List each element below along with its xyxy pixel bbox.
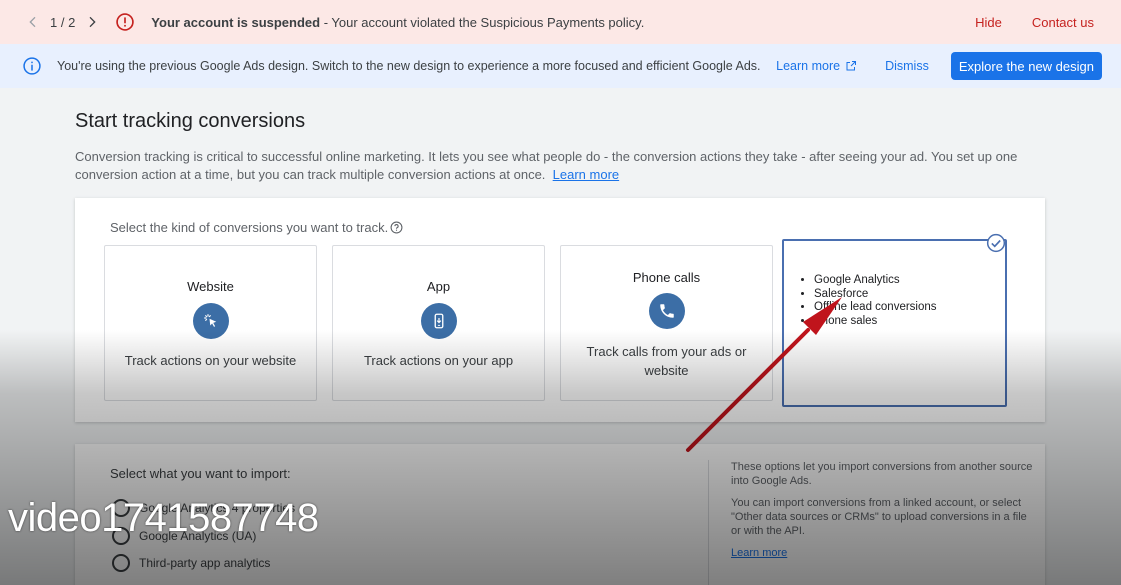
alert-title: Your account is suspended [151,14,321,30]
banner-text: You're using the previous Google Ads des… [57,59,761,73]
phone-calls-card[interactable]: Phone calls Track calls from your ads or… [560,245,773,401]
import-option-third-party[interactable]: Third-party app analytics [112,554,270,572]
help-icon[interactable] [390,221,403,234]
error-icon [115,12,135,32]
app-card-title: App [426,279,451,294]
explore-new-design-button[interactable]: Explore the new design [950,52,1102,80]
alert-page-count: 1 / 2 [50,14,76,30]
import-option-label: Third-party app analytics [139,556,271,570]
radio-button[interactable] [112,527,130,545]
chevron-left-icon[interactable] [24,13,42,31]
suspension-alert-bar: 1 / 2 Your account is suspended - Your a… [0,0,1121,44]
design-info-banner: You're using the previous Google Ads des… [0,44,1121,88]
contact-us-link[interactable]: Contact us [1032,15,1094,30]
conversion-kind-panel: Select the kind of conversions you want … [75,198,1045,422]
import-options-panel: Select what you want to import: Google A… [75,444,1045,585]
banner-learn-more-label: Learn more [776,59,841,73]
open-in-new-icon [846,61,857,71]
import-option-label: Google Analytics (UA) [139,529,257,543]
list-item: Phone sales [814,315,937,329]
page-description: Conversion tracking is critical to succe… [75,148,1035,184]
import-option-ga4[interactable]: Google Analytics 4 properties [112,499,295,517]
chevron-right-icon[interactable] [83,13,101,31]
banner-learn-more-link[interactable]: Learn more [776,59,857,73]
phone-calls-card-title: Phone calls [632,270,701,285]
cursor-click-icon [192,303,229,339]
app-card-subtitle: Track actions on your app [363,353,514,368]
import-help-paragraph-2: You can import conversions from a linked… [731,497,1027,537]
alert-message: Your account is suspended - Your account… [151,15,644,30]
import-option-label: Google Analytics 4 properties [139,501,296,515]
alert-detail: - Your account violated the Suspicious P… [320,14,645,30]
import-options-title: Select what you want to import: [110,466,291,481]
page-title: Start tracking conversions [75,110,306,132]
check-circle-icon [986,233,1006,253]
info-icon [22,56,42,76]
import-help-paragraph-1: These options let you import conversions… [731,461,1033,487]
list-item: Offline lead conversions [814,301,937,315]
import-option-ua[interactable]: Google Analytics (UA) [112,527,256,545]
hide-button[interactable]: Hide [975,15,1002,30]
description-learn-more-link[interactable]: Learn more [553,167,619,182]
import-help-text: These options let you import conversions… [708,460,1038,585]
app-card[interactable]: App Track actions on your app [332,245,545,401]
dismiss-button[interactable]: Dismiss [885,59,929,73]
description-text: Conversion tracking is critical to succe… [75,149,1018,182]
prompt-text: Select the kind of conversions you want … [110,220,389,235]
website-card[interactable]: Website Track actions on your website [104,245,317,401]
list-item: Salesforce [814,288,937,302]
phone-calls-card-subtitle: Track calls from your ads or website [586,344,747,378]
website-card-title: Website [187,279,234,294]
list-item: Google Analytics [814,274,937,288]
import-source-list: Google Analytics Salesforce Offline lead… [814,274,937,328]
radio-button[interactable] [112,554,130,572]
import-learn-more-link[interactable]: Learn more [731,547,787,559]
phone-icon [648,293,685,329]
import-card[interactable]: Google Analytics Salesforce Offline lead… [782,233,1007,407]
website-card-subtitle: Track actions on your website [124,353,297,368]
conversion-kind-prompt: Select the kind of conversions you want … [110,220,403,235]
alert-pager: 1 / 2 [24,13,101,31]
radio-button[interactable] [112,499,130,517]
phone-app-icon [420,303,457,339]
